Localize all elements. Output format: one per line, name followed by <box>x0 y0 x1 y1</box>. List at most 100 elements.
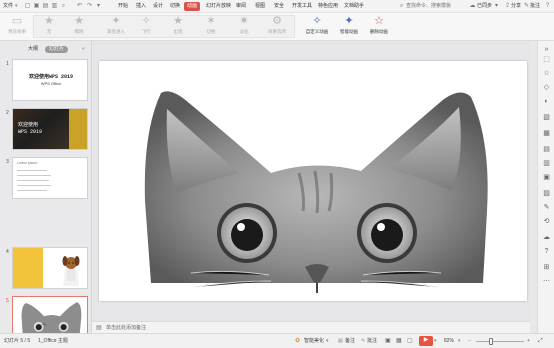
menu-home[interactable]: 开始 <box>118 2 128 11</box>
cat-photo[interactable] <box>99 61 527 301</box>
beautify-icon: ✿ <box>295 338 301 344</box>
slide-number: 5 <box>6 298 9 304</box>
slide-panel: 大纲 幻灯片 « 1 欢迎使用WPS 2019 WPS Office 2 欢迎使… <box>0 41 92 338</box>
notes-toggle[interactable]: 备注 <box>345 337 355 346</box>
menu-transition[interactable]: 切换 <box>170 2 180 11</box>
zoom-level[interactable]: 82% <box>444 337 454 346</box>
smart-animation-button[interactable]: ✦ 智能动画 <box>334 15 364 38</box>
normal-view-icon[interactable]: ▣ <box>385 337 391 346</box>
menu-slideshow[interactable]: 幻灯片放映 <box>206 2 231 11</box>
collapse-icon[interactable]: » <box>542 45 551 54</box>
search-icon[interactable]: ⌕ <box>398 3 405 10</box>
print-icon[interactable]: ▤ <box>42 3 49 10</box>
picture-icon[interactable]: ▧ <box>542 113 551 122</box>
undo-icon[interactable]: ↶ <box>76 3 83 10</box>
history-icon[interactable]: ⟲ <box>542 217 551 226</box>
delete-animation-button[interactable]: ☆ 删除动画 <box>364 15 394 38</box>
chevron-down-icon[interactable]: ▾ <box>493 3 500 10</box>
help-icon[interactable]: ? <box>544 3 551 10</box>
effect-wipe[interactable]: ★ 擦除 <box>64 15 94 38</box>
layout-icon[interactable]: ▦ <box>542 129 551 138</box>
slide-thumbnail-3[interactable]: Lorem ipsum <box>12 157 88 199</box>
sorter-view-icon[interactable]: ▦ <box>396 337 402 346</box>
help-icon[interactable]: ? <box>542 247 551 256</box>
effect-switch[interactable]: ✶ 切换 <box>196 15 226 38</box>
menu-insert[interactable]: 插入 <box>136 2 146 11</box>
table-icon[interactable]: ▤ <box>542 145 551 154</box>
cloud-icon[interactable]: ☁ <box>542 233 551 242</box>
menu-developer[interactable]: 开发工具 <box>292 2 312 11</box>
find-icon[interactable]: ⌕ <box>60 3 67 10</box>
star-icon: ★ <box>44 15 54 27</box>
star-icon: ✶ <box>206 15 216 27</box>
chevron-down-icon[interactable]: ▾ <box>458 337 461 346</box>
comment-icon[interactable]: ✎ <box>542 203 551 212</box>
add-slide-button[interactable]: + <box>41 320 47 331</box>
menu-view[interactable]: 视图 <box>255 2 265 11</box>
select-icon[interactable]: ⬚ <box>542 55 551 64</box>
slide-canvas[interactable] <box>99 61 527 301</box>
media-icon[interactable]: ▣ <box>542 173 551 182</box>
star-icon: ★ <box>74 15 84 27</box>
shape-icon[interactable]: ◇ <box>542 83 551 92</box>
chevron-down-icon[interactable]: ▾ <box>15 2 18 11</box>
search-input[interactable]: 查找命令、搜索模板 <box>406 2 462 11</box>
collapse-icon[interactable]: « <box>82 46 85 53</box>
custom-animation-button[interactable]: ✧ 自定义动画 <box>302 15 332 38</box>
redo-icon[interactable]: ↷ <box>86 3 93 10</box>
slide-thumbnail-4[interactable] <box>12 247 88 289</box>
menu-security[interactable]: 安全 <box>274 2 284 11</box>
reading-view-icon[interactable]: ▢ <box>407 337 413 346</box>
notes-icon: ▤ <box>96 325 102 331</box>
slide-thumbnail-1[interactable]: 欢迎使用WPS 2019 WPS Office <box>12 59 88 101</box>
menu-doc-assistant[interactable]: 文档助手 <box>344 2 364 11</box>
chart-icon[interactable]: ▥ <box>542 159 551 168</box>
menu-design[interactable]: 设计 <box>153 2 163 11</box>
preview-effect-button[interactable]: ▭ 预览效果 <box>2 15 32 38</box>
fit-window-icon[interactable]: ⤢ <box>538 337 543 346</box>
status-bar: 幻灯片 5 / 5 1_Office 主题 ✿ 智能美化 ▾ ▤ 备注 ✎ 批注… <box>0 333 554 348</box>
save-icon[interactable]: ▣ <box>33 3 40 10</box>
zoom-slider[interactable] <box>476 341 524 342</box>
effect-options[interactable]: ⚙ 效果选项 <box>262 15 292 38</box>
star-icon[interactable]: ☆ <box>542 69 551 78</box>
slide-thumbnail-2[interactable]: 欢迎使用 WPS 2019 <box>12 108 88 150</box>
tab-outline[interactable]: 大纲 <box>28 46 38 53</box>
share-button[interactable]: 分享 <box>511 2 521 11</box>
zoom-out-icon[interactable]: − <box>468 337 471 346</box>
comment-button[interactable]: 批注 <box>530 2 540 11</box>
effect-fly[interactable]: ✧ 飞行 <box>131 15 161 38</box>
open-icon[interactable]: ▢ <box>24 3 31 10</box>
style-icon[interactable]: ◐ <box>542 97 551 106</box>
menu-review[interactable]: 审阅 <box>236 2 246 11</box>
preview-icon[interactable]: ▥ <box>51 3 58 10</box>
menu-file[interactable]: 文件 <box>3 2 13 11</box>
cloud-icon: ☁ <box>469 3 476 9</box>
comment-toggle[interactable]: 批注 <box>367 337 377 346</box>
notes-input[interactable]: 单击此处添加备注 <box>106 324 146 331</box>
menu-special[interactable]: 特色应用 <box>318 2 338 11</box>
effect-fade-in[interactable]: ✦ 渐变进入 <box>101 15 131 38</box>
beautify-button[interactable]: 智能美化 <box>304 337 324 346</box>
comment-icon: ✎ <box>361 338 366 344</box>
more-icon[interactable]: ▾ <box>95 3 102 10</box>
zoom-in-icon[interactable]: + <box>527 337 530 346</box>
slide-number: 4 <box>6 249 9 255</box>
effect-none[interactable]: ★ 无 <box>34 15 64 38</box>
slide-number: 2 <box>6 110 9 116</box>
play-slideshow-button[interactable]: ▶ <box>419 336 433 346</box>
menu-animation[interactable]: 动画 <box>184 2 201 11</box>
effect-appear[interactable]: ★ 出现 <box>163 15 193 38</box>
preview-icon: ▭ <box>11 15 23 27</box>
tab-slides[interactable]: 幻灯片 <box>45 46 69 53</box>
more-icon[interactable]: ⋯ <box>542 277 551 286</box>
slide-thumbnail-5[interactable] <box>12 296 88 338</box>
chevron-down-icon[interactable]: ▾ <box>434 337 437 346</box>
transition-icon[interactable]: ▨ <box>542 189 551 198</box>
sync-status[interactable]: 已同步 <box>477 2 492 11</box>
grid-icon[interactable]: ⊞ <box>542 263 551 272</box>
smart-animation-icon: ✦ <box>344 15 354 27</box>
effect-fade[interactable]: ✷ 淡化 <box>229 15 259 38</box>
chevron-down-icon[interactable]: ▾ <box>326 337 329 346</box>
zoom-slider-thumb[interactable] <box>489 338 493 345</box>
